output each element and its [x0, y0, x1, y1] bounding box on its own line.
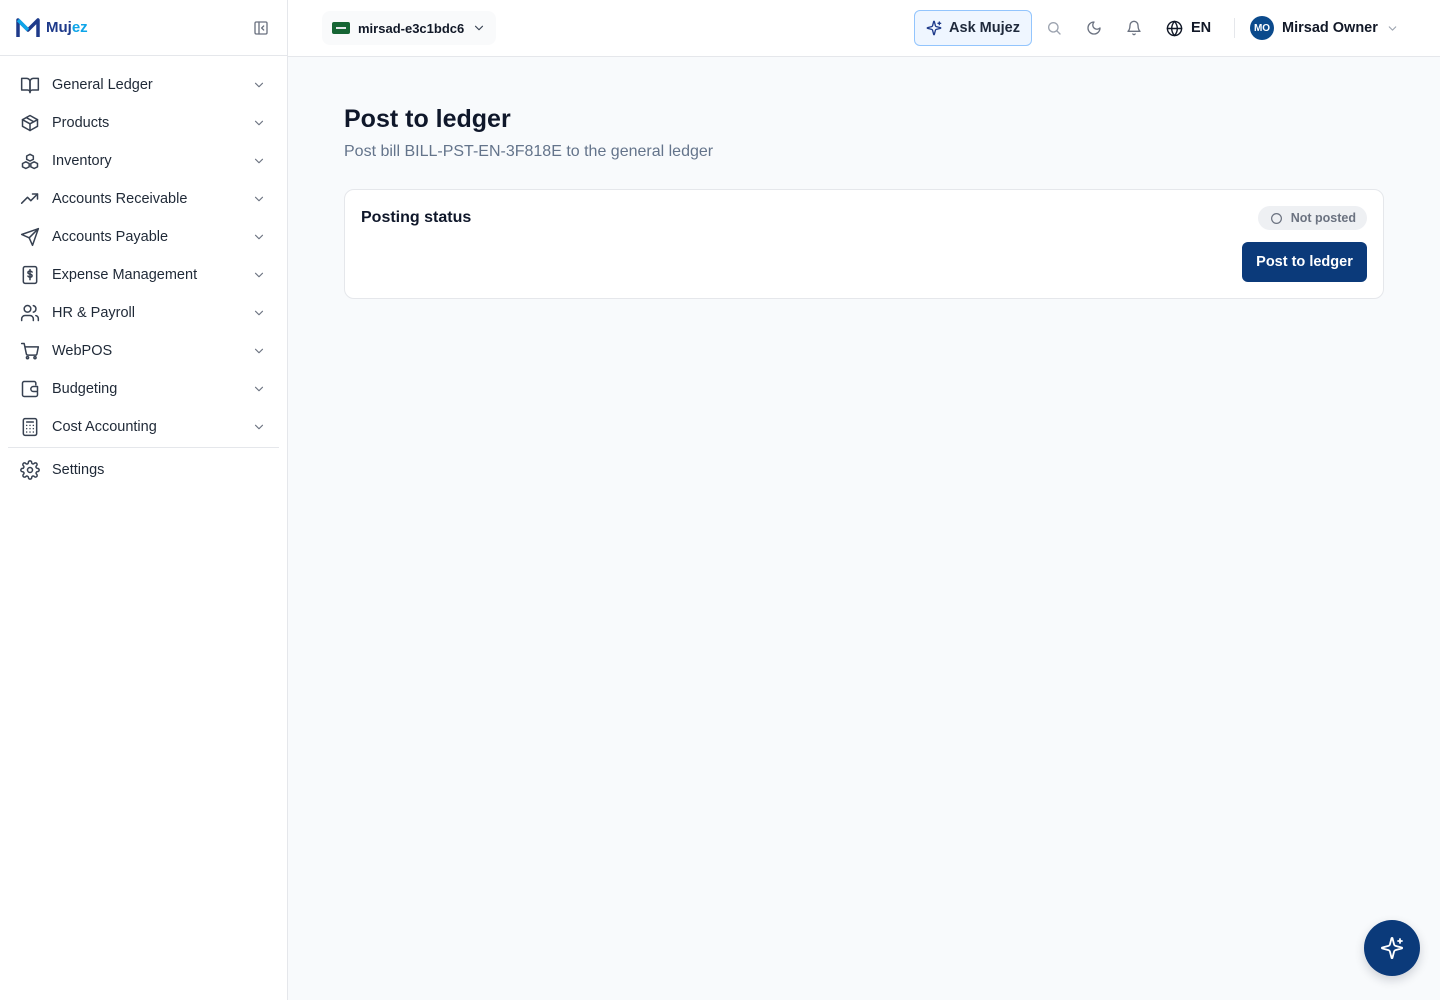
sidebar-item-label: WebPOS [52, 343, 113, 359]
chevron-down-icon [251, 153, 267, 169]
status-text: Not posted [1290, 211, 1356, 225]
chevron-down-icon [251, 191, 267, 207]
wallet-icon [20, 379, 40, 399]
sidebar-item-label: Cost Accounting [52, 419, 157, 435]
ask-mujez-label: Ask Mujez [949, 20, 1020, 36]
bell-icon [1127, 20, 1141, 36]
sidebar-item-label: Accounts Receivable [52, 191, 188, 207]
topbar-divider [1234, 18, 1235, 38]
sidebar-item-label: Inventory [52, 153, 112, 169]
boxes-icon [20, 151, 40, 171]
chevron-down-icon [251, 419, 267, 435]
sidebar-nav: General Ledger Products Inventory Accoun… [0, 56, 287, 490]
chevron-down-icon [251, 343, 267, 359]
language-label: EN [1191, 20, 1212, 36]
sidebar-item-accounts-receivable[interactable]: Accounts Receivable [8, 180, 279, 218]
chevron-down-icon [251, 305, 267, 321]
topbar: mirsad-e3c1bdc6 Ask Mujez EN MO Mirsad O… [288, 0, 1440, 57]
page-subtitle: Post bill BILL-PST-EN-3F818E to the gene… [344, 143, 714, 160]
sidebar-item-cost-accounting[interactable]: Cost Accounting [8, 408, 279, 446]
card-title: Posting status [361, 209, 472, 226]
chevron-down-icon [251, 229, 267, 245]
sidebar: Mujez General Ledger Products Inventory … [0, 0, 288, 1000]
sidebar-item-inventory[interactable]: Inventory [8, 142, 279, 180]
ai-assistant-fab[interactable] [1364, 920, 1420, 976]
search-button[interactable] [1044, 18, 1064, 38]
page-title: Post to ledger [344, 105, 511, 133]
sidebar-item-label: Accounts Payable [52, 229, 169, 245]
sidebar-divider [8, 447, 279, 448]
avatar: MO [1250, 16, 1274, 40]
sidebar-item-products[interactable]: Products [8, 104, 279, 142]
chevron-down-icon [475, 25, 484, 31]
user-name: Mirsad Owner [1282, 20, 1378, 36]
book-open-icon [20, 75, 40, 95]
notifications-button[interactable] [1124, 18, 1144, 38]
sidebar-item-label: Expense Management [52, 267, 198, 283]
receipt-dollar-icon [20, 265, 40, 285]
sidebar-item-expense-management[interactable]: Expense Management [8, 256, 279, 294]
sidebar-header: Mujez [0, 0, 287, 56]
moon-icon [1087, 21, 1101, 35]
logo-text: Mujez [46, 19, 88, 36]
gear-icon [20, 460, 40, 480]
sidebar-item-budgeting[interactable]: Budgeting [8, 370, 279, 408]
chevron-down-icon [251, 77, 267, 93]
sidebar-item-general-ledger[interactable]: General Ledger [8, 66, 279, 104]
collapse-sidebar-button[interactable] [251, 18, 271, 38]
sparkles-icon [1381, 937, 1403, 959]
sidebar-item-label: Budgeting [52, 381, 118, 397]
saudi-flag-icon [332, 22, 350, 34]
sidebar-item-webpos[interactable]: WebPOS [8, 332, 279, 370]
mujez-logo-icon [16, 17, 40, 37]
chevron-down-icon [251, 115, 267, 131]
tenant-switcher[interactable]: mirsad-e3c1bdc6 [322, 11, 497, 45]
language-switcher[interactable]: EN [1166, 16, 1211, 40]
sidebar-item-hr-payroll[interactable]: HR & Payroll [8, 294, 279, 332]
post-to-ledger-button[interactable]: Post to ledger [1242, 242, 1367, 282]
posting-status-card: Posting status Not posted Post to ledger [344, 189, 1384, 299]
trending-up-icon [20, 189, 40, 209]
users-icon [20, 303, 40, 323]
sidebar-item-settings[interactable]: Settings [8, 450, 279, 490]
calculator-icon [20, 417, 40, 437]
sidebar-item-label: Settings [52, 462, 105, 478]
tenant-name: mirsad-e3c1bdc6 [358, 20, 465, 36]
send-icon [20, 227, 40, 247]
ask-mujez-button[interactable]: Ask Mujez [914, 10, 1032, 46]
logo[interactable]: Mujez [16, 17, 88, 39]
sidebar-item-label: Products [52, 115, 110, 131]
user-menu[interactable]: MO Mirsad Owner [1250, 15, 1399, 41]
theme-toggle-button[interactable] [1084, 18, 1104, 38]
chevron-down-icon [1388, 25, 1397, 31]
circle-icon [1270, 212, 1282, 224]
status-badge: Not posted [1257, 206, 1367, 230]
shopping-cart-icon [20, 341, 40, 361]
panel-left-close-icon [254, 20, 268, 35]
sparkles-icon [926, 20, 942, 36]
package-icon [20, 113, 40, 133]
search-icon [1048, 22, 1061, 35]
chevron-down-icon [251, 381, 267, 397]
main-content: Post to ledger Post bill BILL-PST-EN-3F8… [288, 57, 1440, 1000]
sidebar-item-label: General Ledger [52, 77, 153, 93]
sidebar-item-accounts-payable[interactable]: Accounts Payable [8, 218, 279, 256]
sidebar-item-label: HR & Payroll [52, 305, 135, 321]
chevron-down-icon [251, 267, 267, 283]
globe-icon [1166, 20, 1183, 36]
